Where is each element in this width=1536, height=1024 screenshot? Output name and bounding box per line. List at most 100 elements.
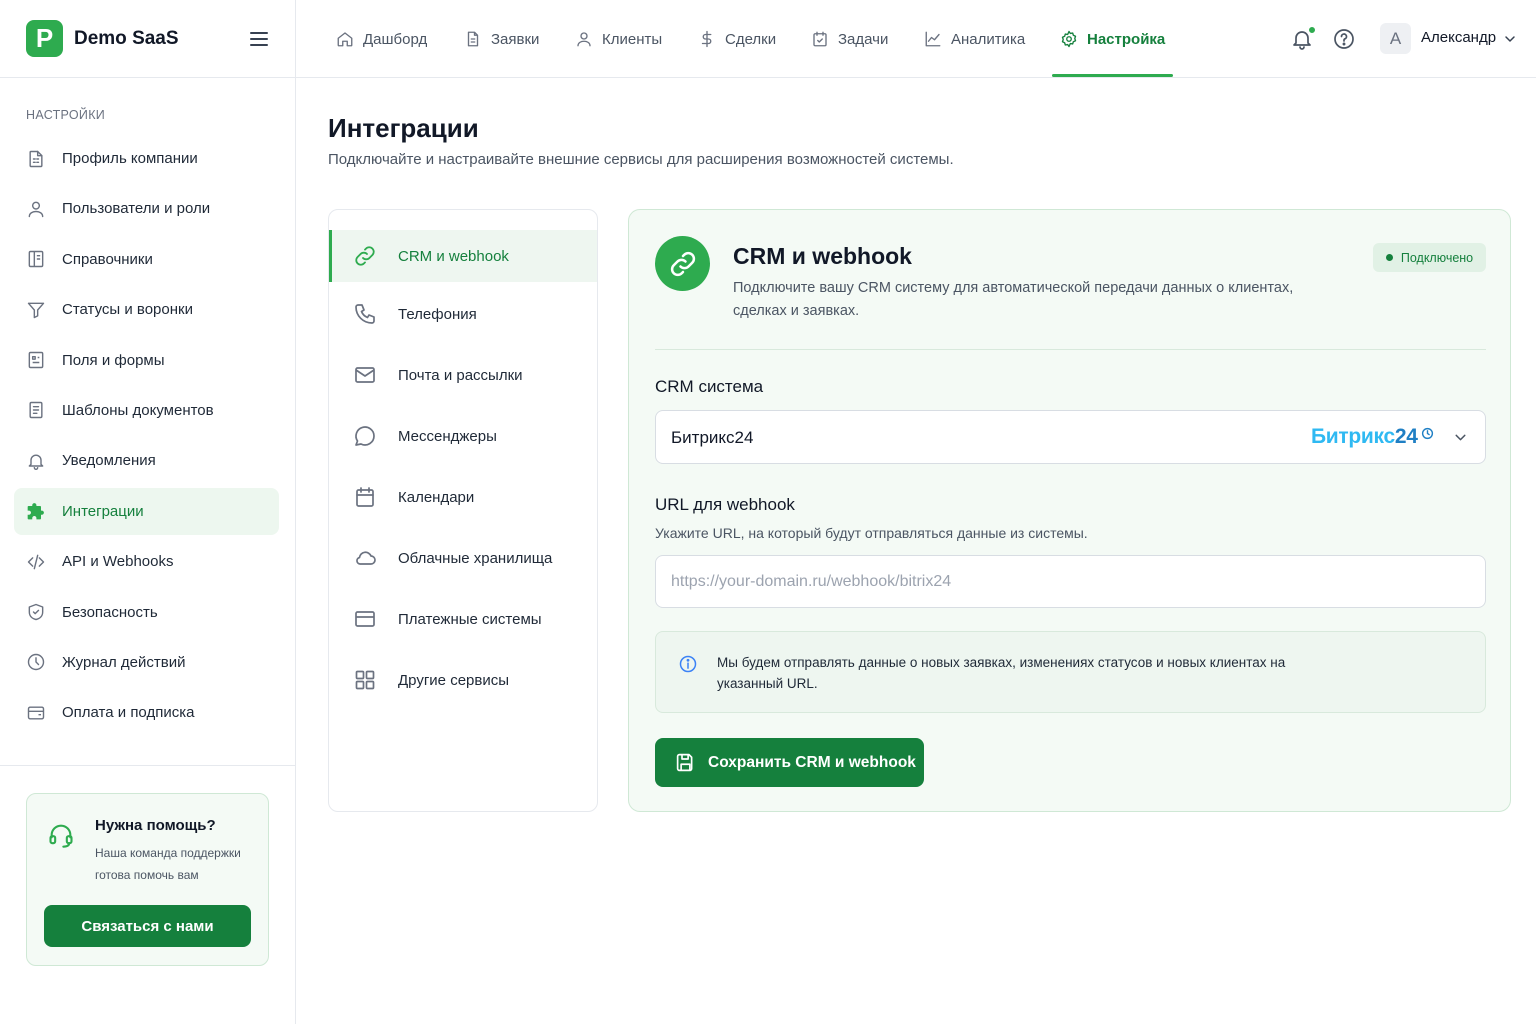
form-icon [26,350,46,370]
sidebar-item-label: Журнал действий [62,653,186,671]
sidebar-item-fields-forms[interactable]: Поля и формы [14,337,279,384]
info-notice: Мы будем отправлять данные о новых заявк… [655,631,1486,713]
menu-toggle-icon[interactable] [247,28,271,50]
code-icon [26,552,46,572]
help-card: Нужна помощь? Наша команда поддержки гот… [26,793,269,966]
grid-icon [353,668,377,692]
tab-settings[interactable]: Настройка [1060,0,1165,78]
webhook-url-input[interactable] [655,555,1486,608]
user-name[interactable]: Александр [1421,29,1496,46]
dollar-icon [698,30,716,48]
home-icon [336,30,354,48]
integration-label: Телефония [398,305,477,323]
tab-label: Настройка [1087,30,1166,48]
chevron-down-icon[interactable] [1452,429,1469,446]
sidebar-item-company-profile[interactable]: Профиль компании [14,135,279,182]
integration-item-telephony[interactable]: Телефония [329,288,597,340]
tab-requests[interactable]: Заявки [464,0,539,78]
sidebar-item-doc-templates[interactable]: Шаблоны документов [14,387,279,434]
save-icon [675,752,696,773]
sidebar-item-label: Интеграции [62,502,144,520]
integration-item-mail[interactable]: Почта и рассылки [329,349,597,401]
integration-item-messengers[interactable]: Мессенджеры [329,410,597,462]
tab-deals[interactable]: Сделки [698,0,776,78]
tab-label: Заявки [491,30,540,48]
active-tab-indicator [1052,74,1173,77]
avatar[interactable]: A [1380,23,1411,54]
sidebar-item-label: Профиль компании [62,150,198,167]
sidebar-divider [0,765,295,766]
document-icon [26,400,46,420]
shield-icon [26,602,46,622]
puzzle-icon [26,501,46,521]
integration-item-crm-webhook[interactable]: CRM и webhook [329,230,597,282]
calendar-check-icon [811,30,829,48]
chart-line-icon [924,30,942,48]
book-icon [26,249,46,269]
tab-label: Клиенты [602,30,663,48]
info-text: Мы будем отправлять данные о новых заявк… [717,655,1286,691]
webhook-url-hint: Укажите URL, на который будут отправлять… [655,525,1088,541]
notification-dot [1308,26,1316,34]
panel-description: Подключите вашу CRM систему для автомати… [733,280,1294,319]
save-crm-webhook-button[interactable]: Сохранить CRM и webhook [655,738,924,787]
settings-menu: Профиль компании Пользователи и роли Спр… [14,135,279,740]
chevron-down-icon[interactable] [1502,31,1518,47]
sidebar-item-integrations[interactable]: Интеграции [14,487,279,535]
brand-header: P Demo SaaS [0,0,295,78]
tab-dashboard[interactable]: Дашборд [336,0,427,78]
brand-name[interactable]: Demo SaaS [74,28,179,50]
sidebar-item-label: API и Webhooks [62,553,174,571]
mail-icon [353,363,377,387]
integration-item-payments[interactable]: Платежные системы [329,593,597,645]
bitrix-logo-text: Битрикс [1311,425,1395,448]
bitrix-logo-num: 24 [1394,425,1418,448]
tab-label: Аналитика [951,30,1026,48]
integration-item-calendars[interactable]: Календари [329,471,597,523]
save-button-label: Сохранить CRM и webhook [708,753,916,771]
sidebar-item-label: Безопасность [62,603,158,621]
sidebar-item-label: Поля и формы [62,351,165,369]
sidebar-item-users-roles[interactable]: Пользователи и роли [14,185,279,232]
integration-label: Мессенджеры [398,427,497,445]
brand-logo[interactable]: P [26,20,63,57]
link-icon [353,244,377,268]
integration-label: Другие сервисы [398,671,510,689]
funnel-icon [26,300,46,320]
contact-us-button[interactable]: Связаться с нами [44,905,251,947]
sidebar-item-label: Шаблоны документов [62,401,214,419]
sidebar-item-billing[interactable]: Оплата и подписка [14,689,279,736]
sidebar-item-directories[interactable]: Справочники [14,236,279,283]
status-text: Подключено [1400,250,1474,265]
page-title: Интеграции [328,113,479,143]
sidebar-item-label: Пользователи и роли [62,200,211,218]
tab-label: Задачи [838,30,889,48]
link-icon [655,236,710,291]
sidebar-item-statuses-funnels[interactable]: Статусы и воронки [14,286,279,333]
sidebar-item-notifications[interactable]: Уведомления [14,437,279,484]
user-icon [575,30,593,48]
building-doc-icon [26,149,46,169]
chat-icon [353,424,377,448]
sidebar-item-label: Справочники [62,250,153,268]
tab-analytics[interactable]: Аналитика [924,0,1025,78]
webhook-url-label: URL для webhook [655,495,795,514]
sidebar-item-api-webhooks[interactable]: API и Webhooks [14,538,279,585]
crm-system-select[interactable]: Битрикс24 Битрикс 24 [655,410,1486,464]
clock-icon [1421,427,1434,440]
integration-item-cloud-storage[interactable]: Облачные хранилища [329,532,597,584]
sidebar-item-security[interactable]: Безопасность [14,589,279,636]
tab-tasks[interactable]: Задачи [811,0,888,78]
integration-label: CRM и webhook [398,247,509,265]
sidebar-item-label: Оплата и подписка [62,704,195,722]
help-title: Нужна помощь? [95,817,216,834]
integration-label: Почта и рассылки [398,366,523,384]
tab-clients[interactable]: Клиенты [575,0,662,78]
sidebar-item-label: Уведомления [62,452,156,470]
panel-title: CRM и webhook [733,243,912,269]
sidebar-item-activity-log[interactable]: Журнал действий [14,639,279,686]
help-question-icon[interactable] [1332,27,1356,51]
page-subtitle: Подключайте и настраивайте внешние серви… [328,151,954,168]
crm-system-label: CRM система [655,377,764,396]
integration-item-other[interactable]: Другие сервисы [329,654,597,706]
